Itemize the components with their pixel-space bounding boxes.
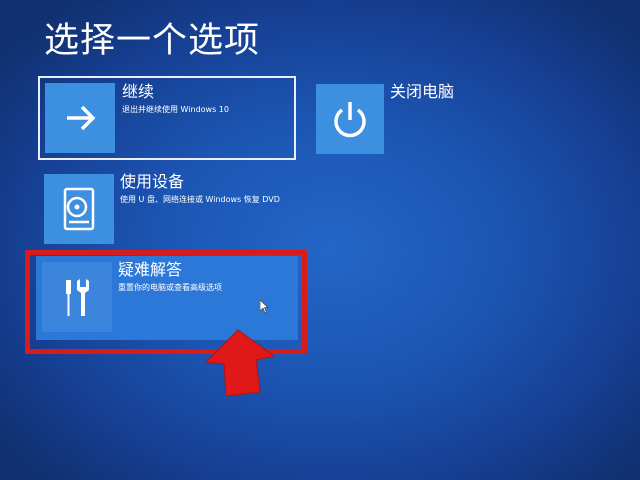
- disc-drive-icon: [44, 174, 114, 244]
- page-title: 选择一个选项: [44, 21, 261, 61]
- mouse-cursor-icon: [260, 300, 269, 314]
- arrow-right-icon: [45, 83, 115, 153]
- use-device-description: 使用 U 盘、网络连接或 Windows 恢复 DVD: [120, 195, 280, 204]
- red-arrow-icon: [202, 326, 282, 400]
- continue-description: 退出并继续使用 Windows 10: [122, 105, 229, 114]
- use-device-option[interactable]: 使用设备 使用 U 盘、网络连接或 Windows 恢复 DVD: [38, 168, 296, 252]
- continue-label: 继续: [122, 82, 155, 101]
- shutdown-option[interactable]: 关闭电脑: [316, 82, 516, 156]
- power-icon: [316, 84, 384, 154]
- shutdown-label: 关闭电脑: [390, 82, 455, 101]
- continue-option[interactable]: 继续 退出并继续使用 Windows 10: [38, 76, 296, 160]
- use-device-label: 使用设备: [120, 172, 185, 191]
